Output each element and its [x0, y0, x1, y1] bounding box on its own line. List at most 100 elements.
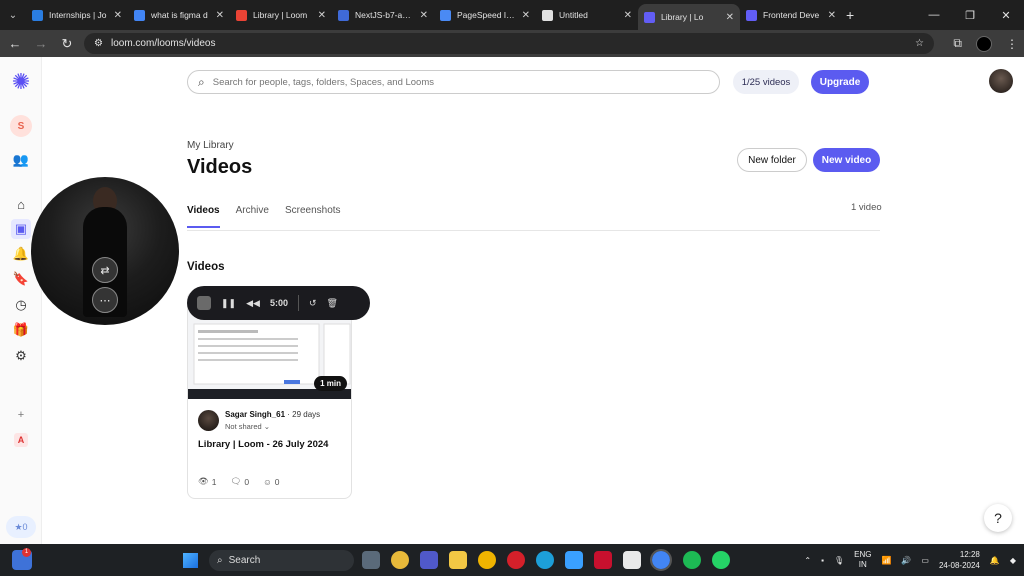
whatsapp-icon[interactable]	[712, 551, 730, 569]
vscode-icon[interactable]	[565, 551, 583, 569]
section-title: Videos	[187, 261, 225, 273]
new-video-button[interactable]: New video	[813, 148, 880, 172]
site-info-icon[interactable]: ⚙	[94, 38, 103, 49]
browser-tab[interactable]: what is figma d ✕	[128, 0, 230, 30]
people-icon[interactable]: 👥	[11, 150, 31, 170]
history-icon[interactable]: ◷	[11, 295, 31, 315]
divider	[187, 230, 880, 231]
tab-title: Library | Lo	[661, 12, 704, 22]
volume-icon[interactable]: 🔊	[901, 556, 911, 565]
chrome-icon[interactable]	[391, 551, 409, 569]
workspace-avatar[interactable]: S	[10, 115, 32, 137]
home-icon[interactable]: ⌂	[11, 194, 31, 214]
restart-icon[interactable]: ↺	[309, 298, 317, 309]
taskbar-search[interactable]: ⌕ Search	[209, 550, 354, 571]
chrome-active-icon[interactable]	[650, 549, 672, 571]
video-quota-badge[interactable]: 1/25 videos	[733, 70, 799, 94]
new-tab-button[interactable]: +	[846, 7, 854, 23]
space-avatar[interactable]: A	[14, 433, 28, 447]
new-folder-button[interactable]: New folder	[737, 148, 807, 172]
close-tab-icon[interactable]: ✕	[216, 10, 224, 21]
file-explorer-icon[interactable]	[449, 551, 467, 569]
address-bar[interactable]: ⚙ loom.com/looms/videos ☆	[84, 33, 934, 54]
profile-avatar[interactable]	[976, 35, 992, 52]
video-stats: 👁 1 🗨 0 ☺ 0	[198, 476, 279, 487]
spotify-icon[interactable]	[683, 551, 701, 569]
bookmark-star-icon[interactable]: ☆	[915, 38, 924, 49]
search-input[interactable]	[212, 76, 709, 88]
user-avatar[interactable]	[989, 69, 1013, 93]
search-icon: ⌕	[217, 555, 223, 566]
browser-menu-icon[interactable]: ⋮	[1006, 37, 1018, 51]
star-badge[interactable]: ★ 0	[6, 516, 36, 538]
delete-icon[interactable]: 🗑	[327, 298, 338, 309]
tab-archive[interactable]: Archive	[236, 205, 269, 228]
pause-icon[interactable]: ❚❚	[221, 298, 236, 309]
browser-tab[interactable]: Library | Loom ✕	[230, 0, 332, 30]
windows-start-icon[interactable]	[183, 553, 198, 568]
upgrade-button[interactable]: Upgrade	[811, 70, 869, 94]
owner-name[interactable]: Sagar Singh_61	[225, 410, 285, 419]
close-window-icon[interactable]: ✕	[988, 9, 1024, 22]
back-icon[interactable]: ←	[6, 36, 24, 51]
system-tray: ⌃ ▪ 🎙 ENG IN 📶 🔊 ▭ 12:28 24-08-2024 🔔 ◆	[804, 544, 1024, 576]
edge-icon[interactable]	[536, 551, 554, 569]
chrome-canary-icon[interactable]	[478, 551, 496, 569]
task-view-icon[interactable]	[362, 551, 380, 569]
close-tab-icon[interactable]: ✕	[318, 10, 326, 21]
tab-screenshots[interactable]: Screenshots	[285, 205, 341, 228]
settings-gear-icon[interactable]: ⚙	[11, 346, 31, 366]
stop-recording-button[interactable]	[197, 296, 211, 310]
calendar-app-icon[interactable]	[623, 551, 641, 569]
browser-tab[interactable]: Internships | Jo ✕	[26, 0, 128, 30]
teams-icon[interactable]	[420, 551, 438, 569]
video-card[interactable]: 1 min Sagar Singh_61 · 29 days Not share…	[187, 291, 352, 499]
gift-icon[interactable]: 🎁	[11, 320, 31, 340]
close-tab-icon[interactable]: ✕	[420, 10, 428, 21]
breadcrumb[interactable]: My Library	[187, 140, 234, 151]
close-tab-icon[interactable]: ✕	[114, 10, 122, 21]
browser-tab[interactable]: Frontend Deve ✕	[740, 0, 842, 30]
reload-icon[interactable]: ↻	[58, 36, 76, 52]
minimize-icon[interactable]: —	[916, 9, 952, 21]
flip-camera-icon[interactable]: ⇄	[92, 257, 118, 283]
sharing-dropdown[interactable]: Not shared ⌄	[225, 422, 270, 431]
close-tab-icon[interactable]: ✕	[726, 12, 734, 23]
tray-app-icon[interactable]: ▪	[821, 556, 824, 565]
notification-bell-icon[interactable]: 🔔	[990, 556, 1000, 565]
language-indicator[interactable]: ENG IN	[854, 550, 871, 570]
restore-icon[interactable]: ❐	[952, 9, 988, 22]
search-bar[interactable]: ⌕	[187, 70, 720, 94]
more-options-icon[interactable]: ⋯	[92, 287, 118, 313]
bookmark-icon[interactable]: 🔖	[11, 269, 31, 289]
notifications-icon[interactable]: 🔔	[11, 244, 31, 264]
mcafee-icon[interactable]	[594, 551, 612, 569]
close-tab-icon[interactable]: ✕	[828, 10, 836, 21]
copilot-icon[interactable]: ◆	[1010, 556, 1016, 565]
tray-chevron-icon[interactable]: ⌃	[804, 556, 811, 565]
tab-videos[interactable]: Videos	[187, 205, 220, 228]
wifi-icon[interactable]: 📶	[881, 556, 891, 565]
add-space-icon[interactable]: +	[11, 405, 31, 425]
rewind-icon[interactable]: ◀◀	[246, 298, 260, 309]
clock[interactable]: 12:28 24-08-2024	[939, 549, 980, 571]
star-count: 0	[22, 522, 28, 532]
browser-tab[interactable]: Untitled ✕	[536, 0, 638, 30]
forward-icon[interactable]: →	[32, 36, 50, 51]
browser-tab[interactable]: NextJS-b7-assig ✕	[332, 0, 434, 30]
extensions-icon[interactable]: ⧉	[953, 36, 962, 51]
opera-icon[interactable]	[507, 551, 525, 569]
camera-bubble[interactable]: ⇄ ⋯	[31, 177, 179, 325]
close-tab-icon[interactable]: ✕	[522, 10, 530, 21]
tab-favicon-icon	[542, 9, 553, 21]
library-icon[interactable]: ▣	[11, 219, 31, 239]
help-icon[interactable]: ?	[984, 504, 1012, 532]
browser-tab[interactable]: Library | Lo ✕	[638, 4, 740, 30]
video-title[interactable]: Library | Loom - 26 July 2024	[198, 439, 328, 450]
tab-search-icon[interactable]: ⌄	[0, 0, 26, 30]
close-tab-icon[interactable]: ✕	[624, 10, 632, 21]
browser-tab[interactable]: PageSpeed Insi ✕	[434, 0, 536, 30]
microphone-icon[interactable]: 🎙	[834, 556, 844, 565]
battery-icon[interactable]: ▭	[921, 556, 929, 565]
loom-logo-icon[interactable]: ✺	[10, 71, 32, 93]
